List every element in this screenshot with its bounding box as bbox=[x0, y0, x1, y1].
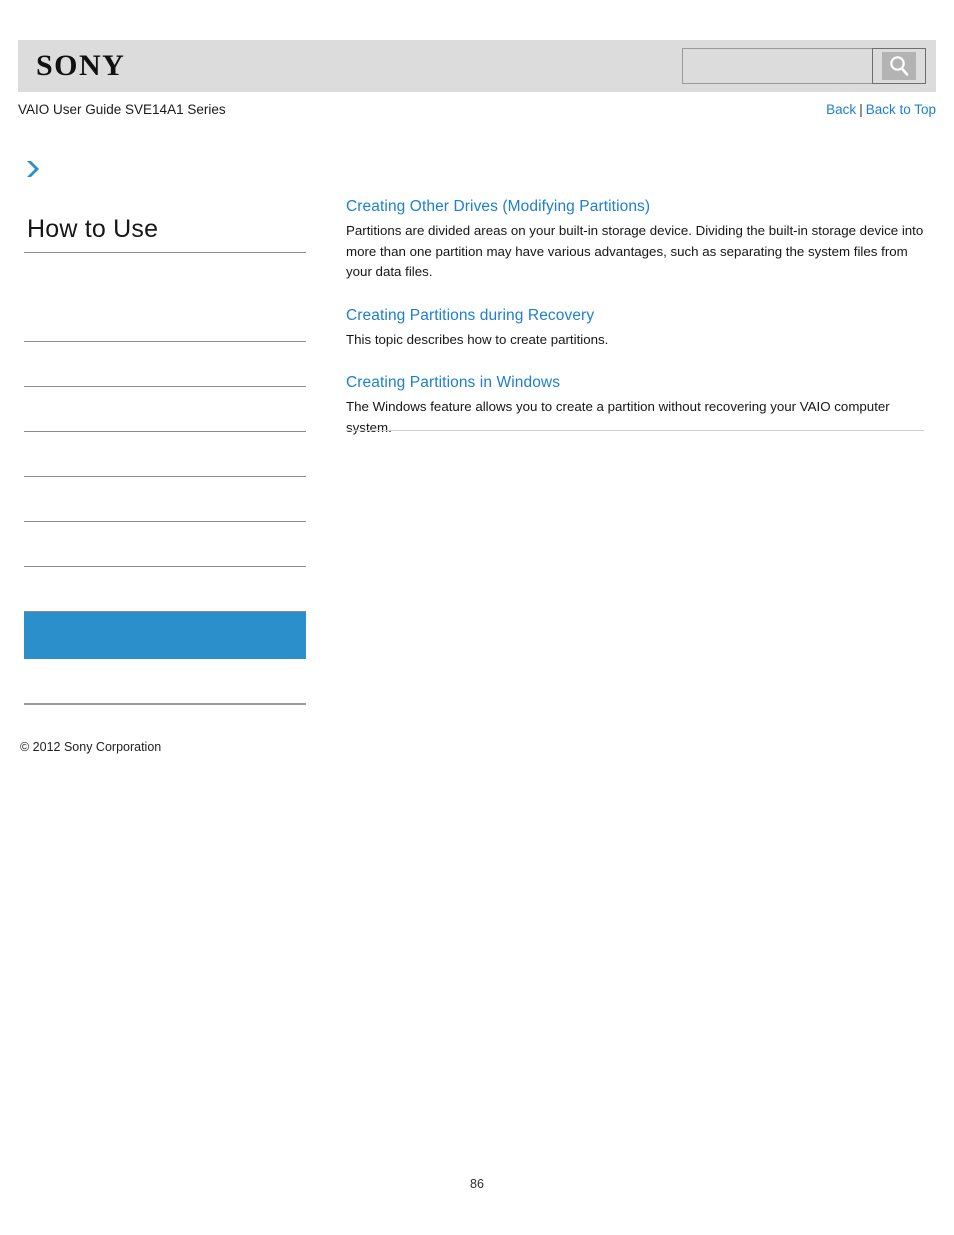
topic-list: Creating Other Drives (Modifying Partiti… bbox=[346, 196, 926, 460]
topic-item: Creating Other Drives (Modifying Partiti… bbox=[346, 196, 926, 283]
sidebar-bottom-rule bbox=[24, 703, 306, 705]
page-title-label: How to Use bbox=[27, 215, 159, 243]
sidebar-item-4[interactable] bbox=[24, 432, 306, 477]
site-header: SONY bbox=[18, 40, 936, 92]
sidebar-item-5[interactable] bbox=[24, 477, 306, 522]
page-title: How to Use bbox=[24, 214, 309, 252]
search-icon bbox=[882, 52, 916, 80]
search-input[interactable] bbox=[682, 48, 872, 84]
sidebar-item-6[interactable] bbox=[24, 522, 306, 567]
topic-description: The Windows feature allows you to create… bbox=[346, 399, 890, 435]
sidebar-item-7[interactable] bbox=[24, 567, 306, 612]
sony-logo: SONY bbox=[36, 49, 126, 82]
sidebar-item-spacer bbox=[24, 253, 306, 297]
search-area bbox=[682, 48, 926, 84]
search-button[interactable] bbox=[872, 48, 926, 84]
content-divider bbox=[346, 430, 924, 431]
topic-description: This topic describes how to create parti… bbox=[346, 331, 609, 347]
page-number: 86 bbox=[470, 1177, 484, 1191]
topic-item: Creating Partitions during Recovery This… bbox=[346, 305, 926, 351]
topic-title-link[interactable]: Creating Other Drives (Modifying Partiti… bbox=[346, 196, 650, 218]
sidebar-item-1[interactable] bbox=[24, 297, 306, 342]
chevron-right-icon[interactable] bbox=[24, 158, 44, 180]
nav-links: Back | Back to Top bbox=[826, 100, 936, 120]
topic-title-link[interactable]: Creating Partitions during Recovery bbox=[346, 305, 594, 327]
back-link[interactable]: Back bbox=[826, 102, 856, 117]
sidebar-item-spacer-bottom bbox=[24, 659, 306, 703]
sidebar-item-3[interactable] bbox=[24, 387, 306, 432]
sidebar: How to Use bbox=[24, 158, 309, 705]
topic-item: Creating Partitions in Windows The Windo… bbox=[346, 372, 926, 438]
nav-separator: | bbox=[859, 102, 863, 117]
guide-title: VAIO User Guide SVE14A1 Series bbox=[18, 102, 226, 117]
sidebar-item-selected[interactable] bbox=[24, 612, 306, 659]
copyright: © 2012 Sony Corporation bbox=[20, 740, 162, 754]
back-to-top-link[interactable]: Back to Top bbox=[866, 102, 936, 117]
subheader: VAIO User Guide SVE14A1 Series Back | Back… bbox=[18, 100, 936, 122]
topic-title-link[interactable]: Creating Partitions in Windows bbox=[346, 372, 560, 394]
topic-description: Partitions are divided areas on your bui… bbox=[346, 223, 924, 279]
sidebar-item-2[interactable] bbox=[24, 342, 306, 387]
